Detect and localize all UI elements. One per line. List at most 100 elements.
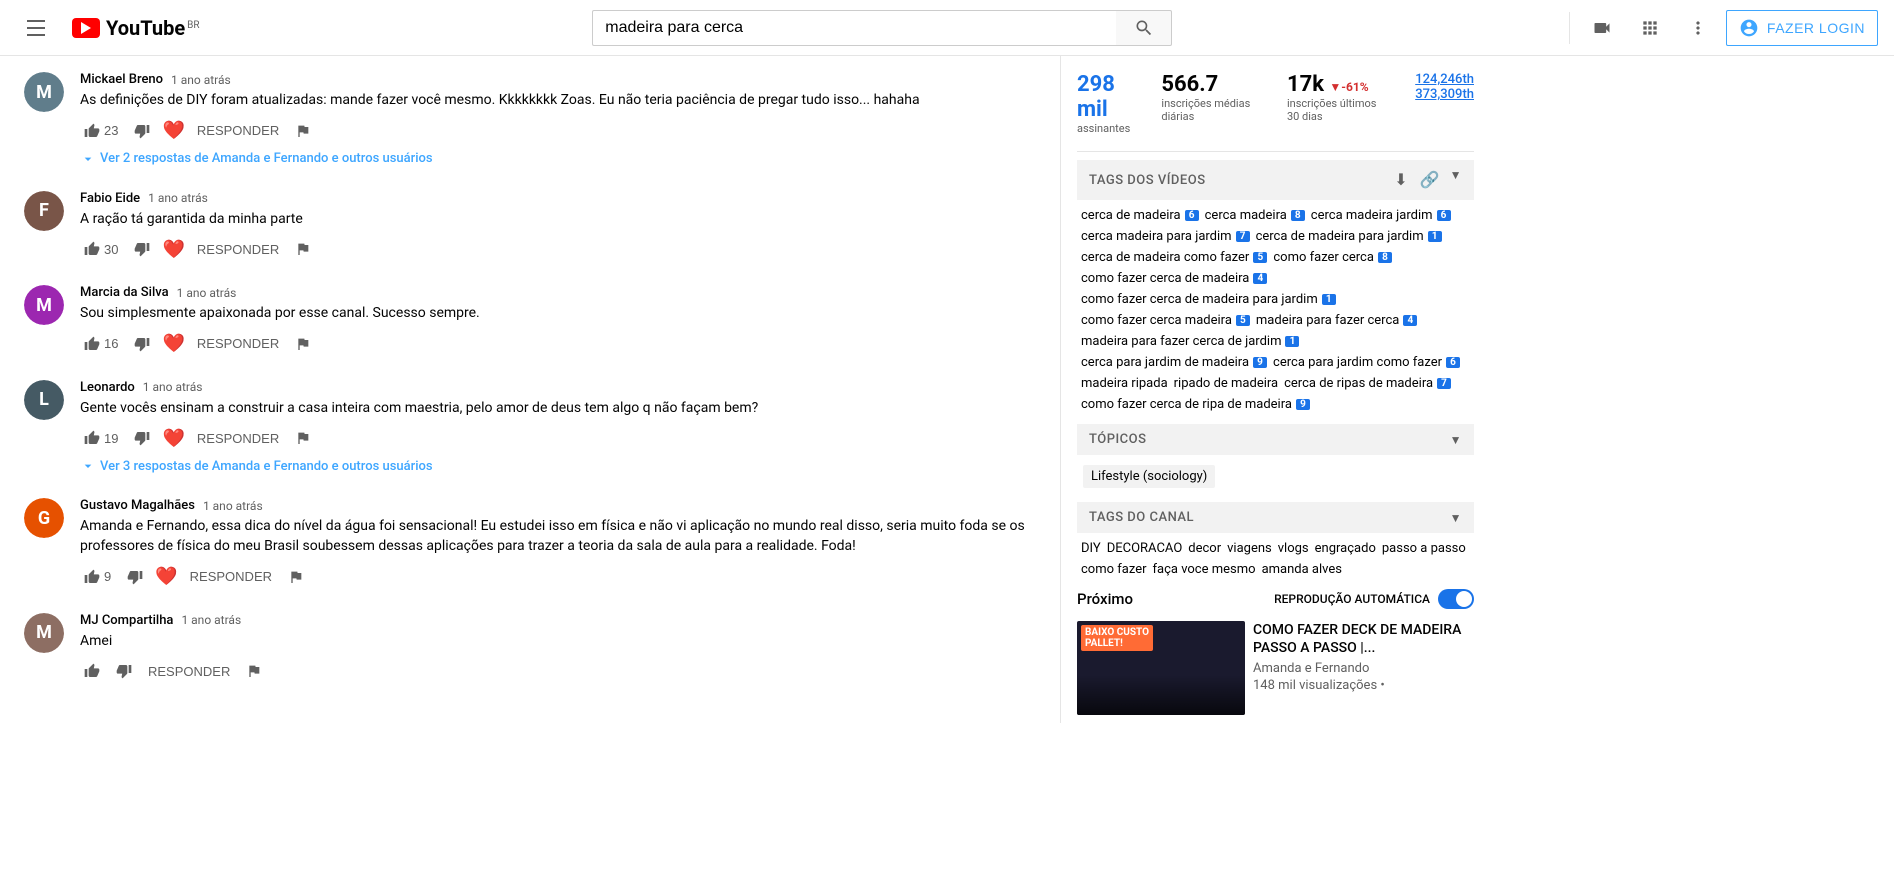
video-tag[interactable]: madeira ripada — [1081, 376, 1168, 391]
expand-icon — [80, 151, 96, 167]
comment-avatar: M — [24, 72, 64, 112]
dislike-button[interactable] — [123, 565, 147, 589]
video-tag[interactable]: cerca de madeira6 — [1081, 208, 1199, 223]
like-button[interactable]: 23 — [80, 119, 122, 143]
video-tag[interactable]: madeira para fazer cerca4 — [1256, 313, 1417, 328]
tag-text: cerca de madeira como fazer — [1081, 250, 1249, 265]
video-tag[interactable]: cerca de madeira como fazer5 — [1081, 250, 1267, 265]
comment-header: Fabio Eide 1 ano atrás — [80, 191, 1036, 206]
video-tag[interactable]: como fazer cerca de madeira4 — [1081, 271, 1267, 286]
camera-icon-btn[interactable] — [1582, 8, 1622, 48]
stat-subscribers: 298 mil assinantes — [1077, 72, 1137, 135]
download-icon-btn[interactable]: ⬇ — [1392, 168, 1409, 192]
avatar-placeholder: F — [24, 191, 64, 231]
video-tag[interactable]: cerca de ripas de madeira7 — [1284, 376, 1451, 391]
tag-text: cerca madeira para jardim — [1081, 229, 1232, 244]
comment-text: Gente vocês ensinam a construir a casa i… — [80, 399, 1036, 419]
account-icon — [1739, 18, 1759, 38]
video-tag[interactable]: como fazer cerca madeira5 — [1081, 313, 1250, 328]
reply-button[interactable]: RESPONDER — [193, 238, 283, 261]
video-tag[interactable]: cerca madeira jardim6 — [1311, 208, 1451, 223]
channel-tag[interactable]: passo a passo — [1382, 541, 1466, 556]
channel-tag[interactable]: decor — [1188, 541, 1221, 556]
hamburger-menu[interactable] — [16, 8, 56, 48]
like-button[interactable]: 16 — [80, 332, 122, 356]
dislike-button[interactable] — [130, 426, 154, 450]
link-icon-btn[interactable]: 🔗 — [1418, 168, 1442, 192]
like-button[interactable]: 30 — [80, 237, 122, 261]
video-tag[interactable]: como fazer cerca de madeira para jardim1 — [1081, 292, 1336, 307]
reply-button[interactable]: RESPONDER — [144, 660, 234, 683]
channel-tag[interactable]: como fazer — [1081, 562, 1147, 577]
next-header: Próximo REPRODUÇÃO AUTOMÁTICA — [1077, 589, 1474, 609]
channel-tags-container: DIY DECORACAO decor viagens vlogs engraçado pa… — [1077, 541, 1474, 577]
video-tag[interactable]: cerca para jardim de madeira 9 — [1081, 355, 1267, 370]
channel-tags-header[interactable]: TAGS DO CANAL ▼ — [1077, 502, 1474, 533]
login-button[interactable]: FAZER LOGIN — [1726, 10, 1878, 46]
channel-tag[interactable]: amanda alves — [1262, 562, 1342, 577]
like-button[interactable] — [80, 659, 104, 683]
video-tag[interactable]: como fazer cerca de ripa de madeira9 — [1081, 397, 1310, 412]
more-comment-btn[interactable] — [291, 237, 315, 261]
reply-button[interactable]: RESPONDER — [193, 119, 283, 142]
comment-author: Mickael Breno — [80, 72, 163, 87]
comment-actions: 23 ❤️ RESPONDER — [80, 119, 1036, 143]
more-icon-btn[interactable] — [1678, 8, 1718, 48]
reply-button[interactable]: RESPONDER — [193, 427, 283, 450]
tag-rank: 9 — [1253, 357, 1267, 368]
chevron-icon: ▼ — [1450, 168, 1462, 192]
tag-text: cerca para jardim de madeira — [1081, 355, 1249, 370]
channel-tags-label: TAGS DO CANAL — [1089, 510, 1194, 525]
topics-header[interactable]: TÓPICOS ▼ — [1077, 424, 1474, 455]
like-button[interactable]: 9 — [80, 565, 115, 589]
channel-tag[interactable]: faça voce mesmo — [1153, 562, 1256, 577]
dislike-button[interactable] — [130, 119, 154, 143]
next-video[interactable]: BAIXO CUSTO PALLET! COMO FAZER DECK DE M… — [1077, 621, 1474, 715]
auto-play-toggle[interactable] — [1438, 589, 1474, 609]
channel-tag[interactable]: vlogs — [1278, 541, 1309, 556]
more-comment-btn[interactable] — [291, 119, 315, 143]
reply-button[interactable]: RESPONDER — [186, 565, 276, 588]
dislike-button[interactable] — [112, 659, 136, 683]
channel-tag[interactable]: viagens — [1227, 541, 1272, 556]
tag-rank: 8 — [1378, 252, 1392, 263]
view-replies[interactable]: Ver 3 respostas de Amanda e Fernando e o… — [80, 458, 1036, 474]
channel-tag[interactable]: engraçado — [1315, 541, 1376, 556]
topic-tag[interactable]: Lifestyle (sociology) — [1083, 465, 1215, 488]
more-comment-btn[interactable] — [291, 332, 315, 356]
more-comment-btn[interactable] — [291, 426, 315, 450]
video-tag[interactable]: cerca para jardim como fazer6 — [1273, 355, 1460, 370]
video-tag[interactable]: cerca de madeira para jardim1 — [1256, 229, 1442, 244]
apps-icon-btn[interactable] — [1630, 8, 1670, 48]
dislike-button[interactable] — [130, 237, 154, 261]
login-label: FAZER LOGIN — [1767, 20, 1865, 36]
stat-avg: 566.7 inscrições médias diárias — [1161, 72, 1263, 135]
last30-label: inscrições últimos 30 dias — [1287, 97, 1391, 123]
more-comment-btn[interactable] — [284, 565, 308, 589]
channel-tag[interactable]: DIY — [1081, 541, 1101, 556]
tags-videos-header[interactable]: TAGS DOS VÍDEOS ⬇ 🔗 ▼ — [1077, 160, 1474, 200]
comment-text: A ração tá garantida da minha parte — [80, 210, 1036, 230]
dislike-button[interactable] — [130, 332, 154, 356]
video-tag[interactable]: ripado de madeira — [1174, 376, 1278, 391]
comment-actions: 16 ❤️ RESPONDER — [80, 332, 1036, 356]
thumb-down-icon — [134, 336, 150, 352]
rank-link-1[interactable]: 124,246th — [1415, 72, 1474, 87]
more-comment-btn[interactable] — [242, 659, 266, 683]
rank-link-2[interactable]: 373,309th — [1415, 87, 1474, 102]
heart-icon: ❤️ — [162, 120, 184, 141]
stats-row: 298 mil assinantes 566.7 inscrições médi… — [1077, 64, 1474, 152]
main-content: M Mickael Breno 1 ano atrás As definiçõe… — [0, 56, 1894, 723]
video-tag[interactable]: madeira para fazer cerca de jardim1 — [1081, 334, 1299, 349]
reply-button[interactable]: RESPONDER — [193, 332, 283, 355]
like-button[interactable]: 19 — [80, 426, 122, 450]
search-button[interactable] — [1116, 10, 1172, 46]
youtube-logo[interactable]: YouTube BR — [72, 16, 200, 40]
video-tag[interactable]: cerca madeira para jardim7 — [1081, 229, 1250, 244]
tag-rank: 8 — [1291, 210, 1305, 221]
channel-tag[interactable]: DECORACAO — [1107, 541, 1183, 556]
video-tag[interactable]: como fazer cerca8 — [1273, 250, 1392, 265]
view-replies[interactable]: Ver 2 respostas de Amanda e Fernando e o… — [80, 151, 1036, 167]
video-tag[interactable]: cerca madeira8 — [1205, 208, 1305, 223]
search-input[interactable] — [592, 10, 1116, 46]
